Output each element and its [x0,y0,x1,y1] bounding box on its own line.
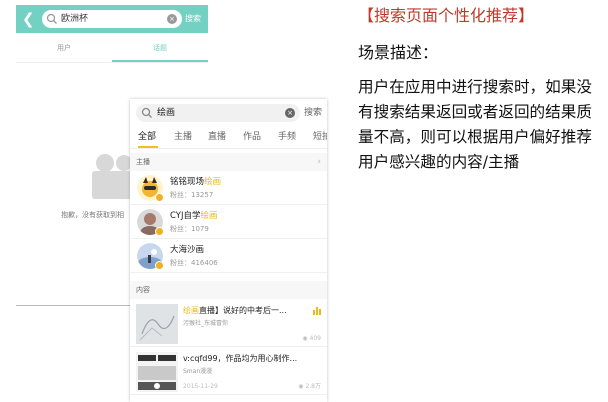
active-tab-indicator [138,146,158,148]
tab-shorts[interactable]: 短拍 [313,130,327,144]
user-name: 大海沙画 [170,245,205,255]
video-date: 2015-11-29 [183,383,218,390]
scenario-description: 用户在应用中进行搜索时，如果没有搜索结果返回或者返回的结果质量不高，则可以根据用… [358,78,592,171]
tab-all[interactable]: 全部 [138,130,156,144]
description-panel: 【搜索页面个性化推荐】 场景描述： 用户在应用中进行搜索时，如果没有搜索结果返回… [358,4,604,175]
video-author: 污猴社_东城冒你 [183,320,229,327]
tab-anchors[interactable]: 主播 [174,130,192,144]
view-count: ◉ 2.8万 [298,383,321,390]
fans-count: 粉丝：1079 [170,225,209,233]
chevron-right-icon: › [317,157,321,167]
view-count: ◉ 409 [302,335,321,342]
video-thumbnail [136,304,178,344]
search-button[interactable]: 搜索 [304,104,322,122]
list-item[interactable]: v:cqfd99，作品均为用心制作... Sman漫漫 2015-11-29 ◉… [130,349,327,395]
search-input[interactable]: 绘画 × [136,104,300,122]
fans-count: 粉丝：416406 [170,259,218,267]
verified-badge-icon [155,261,164,270]
panel-title: 【搜索页面个性化推荐】 [358,6,535,25]
section-header-anchors[interactable]: 主播 › [130,153,327,171]
active-tab-indicator [112,60,208,62]
clear-icon[interactable]: × [167,14,177,24]
tab-topics[interactable]: 话题 [112,41,208,55]
list-item[interactable]: CYJ自学绘画 粉丝：1079 [130,205,327,239]
fans-count: 粉丝：13257 [170,191,214,199]
user-name: CYJ自学绘画 [170,211,218,221]
section-title: 内容 [136,286,150,294]
list-item[interactable]: 铭铭现场绘画 粉丝：13257 [130,171,327,205]
recommendation-screenshot: 绘画 × 搜索 全部 主播 直播 作品 手频 短拍 主播 › 铭铭现场绘画 粉丝… [130,99,327,402]
verified-badge-icon [155,227,164,236]
list-item[interactable]: 绘画直播】说好的中考后一... 污猴社_东城冒你 ◉ 409 [130,301,327,347]
video-author: Sman漫漫 [183,368,213,375]
search-query: 欧洲杯 [61,14,89,24]
search-button[interactable]: 搜索 [185,10,201,28]
section-header-content: 内容 [130,281,327,299]
section-title: 主播 [136,158,150,166]
search-input[interactable]: 欧洲杯 × [42,10,182,28]
live-bars-icon [313,307,321,315]
list-item[interactable]: 大海沙画 粉丝：416406 [130,239,327,273]
search-icon [141,107,152,118]
search-bar: ❮ 欧洲杯 × 搜索 [16,5,208,33]
empty-state-message: 抱歉，没有获取到相 [61,211,124,219]
video-thumbnail [136,352,178,392]
video-title: v:cqfd99，作品均为用心制作... [183,354,298,363]
search-query: 绘画 [157,108,176,118]
verified-badge-icon [155,193,164,202]
tab-videos[interactable]: 手频 [278,130,296,144]
scenario-label: 场景描述： [358,43,439,62]
tab-works[interactable]: 作品 [243,130,261,144]
user-name: 铭铭现场绘画 [170,177,222,187]
tab-live[interactable]: 直播 [208,130,226,144]
tab-users[interactable]: 用户 [16,41,112,55]
search-icon [46,13,57,24]
clear-icon[interactable]: × [285,108,295,118]
chevron-left-icon[interactable]: ❮ [22,10,36,28]
search-bar: 绘画 × 搜索 [130,99,327,127]
category-tabs: 全部 主播 直播 作品 手频 短拍 [130,127,327,149]
video-title: 绘画直播】说好的中考后一... [183,306,287,315]
result-tabs: 用户 话题 [16,37,208,63]
